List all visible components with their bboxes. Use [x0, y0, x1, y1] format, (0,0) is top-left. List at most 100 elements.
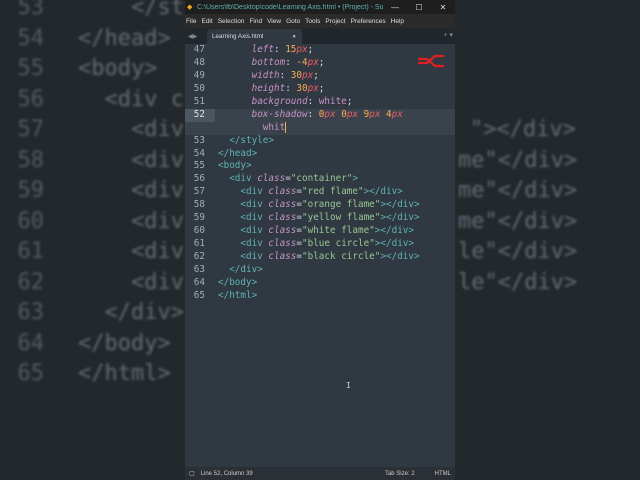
line-number: 65 — [193, 289, 205, 301]
menu-file[interactable]: File — [186, 18, 196, 25]
code-line: 49 width: 30px; — [185, 70, 455, 83]
syntax-mode[interactable]: HTML — [435, 471, 451, 477]
line-number: 52 — [185, 108, 215, 122]
background-line-number: 54 — [17, 25, 45, 51]
menu-preferences[interactable]: Preferences — [351, 18, 386, 25]
menu-edit[interactable]: Edit — [201, 18, 212, 25]
background-code-fragment: me"</div> — [458, 147, 578, 173]
line-number: 47 — [193, 44, 205, 55]
background-line-number: 60 — [17, 208, 45, 234]
background-line-number: 56 — [17, 86, 45, 112]
panel-toggle-icon[interactable]: ▢ — [189, 470, 195, 477]
tab-nav-arrows-icon[interactable]: ◀▶ — [185, 33, 207, 40]
code-line: 63 </div> — [185, 264, 455, 277]
background-line-number: 63 — [17, 300, 45, 325]
background-code: </div> — [78, 300, 184, 325]
code-line: 57 <div class="red flame"></div> — [185, 186, 455, 199]
tab-size[interactable]: Tab Size: 2 — [385, 471, 415, 477]
menu-goto[interactable]: Goto — [286, 18, 300, 25]
line-number: 53 — [193, 134, 205, 146]
code-line: 65 </html> — [185, 290, 455, 303]
background-line-number: 61 — [17, 239, 45, 264]
line-number: 49 — [193, 69, 205, 81]
channel-logo-icon — [418, 54, 444, 68]
tab-label: Learning Axis.html — [212, 33, 264, 40]
code-token: </style> — [229, 134, 274, 146]
background-code: <div — [78, 269, 184, 295]
code-line-wrap: whit — [185, 121, 455, 135]
window-title: C:\Users\fb\Desktop\code\Learning Axis.h… — [197, 3, 383, 11]
code-line: 47 left: 15px; — [185, 44, 455, 57]
line-number: 62 — [193, 251, 205, 262]
line-number: 59 — [193, 212, 205, 224]
new-tab-and-menu-icon[interactable]: + ▾ — [443, 31, 453, 39]
code-token: white flame — [307, 225, 370, 237]
code-line: 48 bottom: -4px; — [185, 57, 455, 70]
background-code: </html> — [78, 361, 171, 386]
background-line-number: 59 — [17, 178, 45, 203]
code-token: </div> — [229, 263, 263, 275]
code-token: px — [324, 108, 336, 120]
menu-bar: File Edit Selection Find View Goto Tools Projec… — [185, 14, 455, 28]
background-code-row: 63 </div> — [0, 298, 184, 328]
background-code-fragment: "></div> — [470, 117, 576, 142]
unsaved-dot-icon[interactable]: ● — [292, 33, 296, 40]
code-token: black circle — [307, 251, 375, 262]
background-line-number: 55 — [17, 56, 45, 81]
background-code-row: 62 <div — [0, 268, 184, 298]
menu-view[interactable]: View — [267, 18, 281, 25]
code-line: 58 <div class="orange flame"></div> — [185, 199, 455, 212]
code-line: 52 box-shadow: 0px 0px 9px 4px — [185, 108, 455, 122]
line-number: 57 — [193, 186, 205, 198]
menu-help[interactable]: Help — [391, 18, 404, 25]
menu-tools[interactable]: Tools — [305, 18, 320, 25]
code-line: 55 <body> — [185, 160, 455, 173]
code-line: 50 height: 30px; — [185, 83, 455, 96]
menu-selection[interactable]: Selection — [218, 18, 245, 25]
code-line: 56 <div class="container"> — [185, 173, 455, 186]
close-button[interactable]: ✕ — [431, 3, 455, 12]
code-token: white — [318, 95, 347, 107]
minimize-button[interactable]: — — [383, 3, 407, 12]
code-token: </head> — [218, 147, 258, 159]
code-line: 60 <div class="white flame"></div> — [185, 225, 455, 238]
code-token: box-shadow — [251, 108, 308, 120]
background-code: <div — [78, 178, 184, 203]
tab-learning-axis[interactable]: Learning Axis.html ● — [207, 29, 302, 44]
menu-find[interactable]: Find — [249, 18, 262, 25]
sublime-text-window: ◆ C:\Users\fb\Desktop\code\Learning Axis… — [185, 0, 455, 480]
code-line: 51 background: white; — [185, 96, 455, 109]
code-token: container — [296, 173, 347, 185]
code-token: blue circle — [307, 238, 370, 250]
code-line: 62 <div class="black circle"></div> — [185, 251, 455, 264]
code-token: 15 — [285, 44, 297, 55]
code-token: background — [251, 95, 308, 107]
menu-project[interactable]: Project — [325, 18, 345, 25]
background-code-row: 57 <div — [0, 115, 184, 145]
background-code: </body> — [78, 330, 171, 356]
code-token: orange flame — [307, 199, 375, 211]
code-token: px — [307, 82, 319, 94]
line-number: 63 — [193, 263, 205, 275]
line-number: 54 — [193, 147, 205, 159]
background-line-number: 64 — [17, 330, 45, 356]
code-token: width — [251, 69, 280, 81]
code-token: yellow flame — [307, 212, 375, 224]
cursor-position: Line 52, Column 39 — [200, 470, 253, 477]
code-token: <body> — [218, 160, 252, 172]
title-bar: ◆ C:\Users\fb\Desktop\code\Learning Axis… — [185, 0, 455, 14]
background-code-row: 54 </head> — [0, 24, 171, 54]
sublime-logo-icon: ◆ — [187, 4, 193, 11]
background-code: <body> — [78, 56, 158, 81]
code-line: 64 </body> — [185, 277, 455, 290]
background-code: <div — [78, 208, 184, 234]
code-editor[interactable]: 47 left: 15px; 48 bottom: -4px; 49 width: … — [185, 44, 455, 303]
maximize-button[interactable]: ☐ — [407, 3, 431, 12]
code-line: 54 </head> — [185, 148, 455, 161]
line-number: 56 — [193, 173, 205, 185]
background-code-fragment: me"</div> — [458, 178, 578, 203]
line-number: 61 — [193, 238, 205, 250]
background-code-fragment: le"</div> — [458, 269, 578, 295]
line-number: 50 — [193, 82, 205, 94]
background-code-row: 60 <div — [0, 207, 184, 237]
